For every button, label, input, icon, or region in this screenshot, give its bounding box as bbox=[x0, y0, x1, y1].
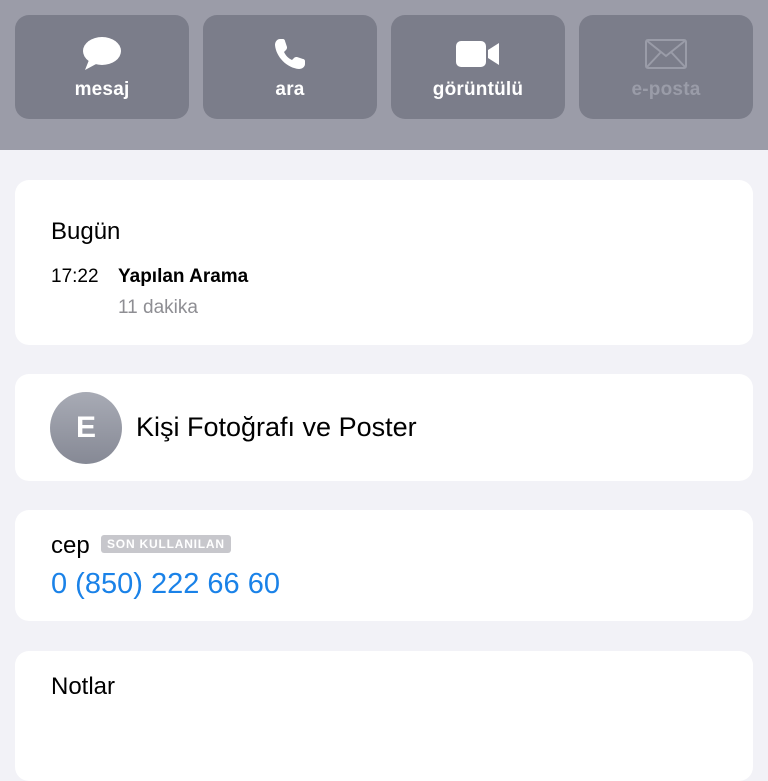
phone-type-label: cep bbox=[51, 532, 90, 559]
recently-used-badge: SON KULLANILAN bbox=[101, 535, 231, 553]
recents-title: Bugün bbox=[51, 218, 121, 245]
recents-card: Bugün 17:22 Yapılan Arama 11 dakika bbox=[15, 180, 753, 345]
video-button[interactable]: görüntülü bbox=[391, 15, 565, 119]
email-label: e-posta bbox=[631, 79, 701, 100]
notes-title: Notlar bbox=[51, 673, 116, 700]
phone-card: cep SON KULLANILAN 0 (850) 222 66 60 bbox=[15, 510, 753, 621]
recent-call-type: Yapılan Arama bbox=[118, 266, 249, 287]
phone-icon bbox=[273, 37, 307, 71]
envelope-icon bbox=[645, 37, 687, 71]
recent-call-time: 17:22 bbox=[51, 266, 99, 287]
message-label: mesaj bbox=[74, 79, 130, 100]
avatar: E bbox=[50, 392, 122, 464]
video-label: görüntülü bbox=[432, 79, 524, 100]
call-button[interactable]: ara bbox=[203, 15, 377, 119]
contact-photo-poster-label: Kişi Fotoğrafı ve Poster bbox=[136, 412, 417, 442]
action-bar: mesaj ara görüntülü e-posta bbox=[0, 0, 768, 150]
recent-call-duration: 11 dakika bbox=[118, 297, 198, 318]
video-camera-icon bbox=[456, 37, 500, 71]
contact-photo-poster-row[interactable]: E Kişi Fotoğrafı ve Poster bbox=[15, 374, 753, 481]
notes-card[interactable]: Notlar bbox=[15, 651, 753, 781]
email-button[interactable]: e-posta bbox=[579, 15, 753, 119]
avatar-initial: E bbox=[75, 411, 96, 444]
phone-number-link[interactable]: 0 (850) 222 66 60 bbox=[51, 568, 280, 601]
call-label: ara bbox=[275, 79, 305, 100]
message-button[interactable]: mesaj bbox=[15, 15, 189, 119]
message-bubble-icon bbox=[82, 37, 122, 71]
